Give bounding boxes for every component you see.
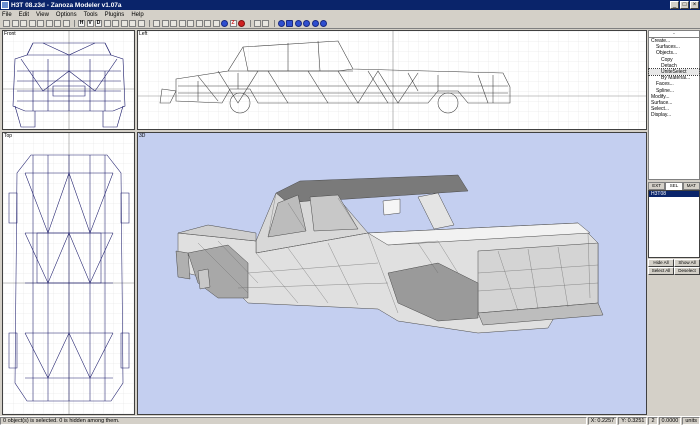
select-poly-icon[interactable] bbox=[262, 20, 269, 27]
view-top-icon[interactable] bbox=[178, 20, 186, 27]
rollup-item[interactable]: Display... bbox=[649, 112, 699, 118]
status-units: units bbox=[682, 417, 700, 425]
torus-icon[interactable] bbox=[311, 20, 319, 27]
display-mode-button[interactable]: D bbox=[95, 20, 102, 27]
status-y: Y: 0.3251 bbox=[618, 417, 648, 425]
select-rect-icon[interactable] bbox=[253, 20, 261, 27]
cut-icon[interactable] bbox=[54, 20, 61, 27]
undo-icon[interactable] bbox=[45, 20, 53, 27]
sphere-icon[interactable] bbox=[277, 20, 285, 27]
top-view-wireframe bbox=[3, 133, 134, 414]
cone-icon[interactable] bbox=[303, 20, 310, 27]
status-z: 2 bbox=[648, 417, 658, 425]
status-bar: 0 object(s) is selected. 0 is hidden amo… bbox=[0, 416, 700, 425]
viewport-label: Front bbox=[4, 31, 16, 37]
vertex-mode-button[interactable]: V bbox=[86, 20, 94, 27]
menu-bar: File Edit View Options Tools Plugins Hel… bbox=[0, 10, 700, 19]
toolbar-separator bbox=[273, 20, 275, 27]
status-x: X: 0.2257 bbox=[587, 417, 618, 425]
hide-show-row: Hide All Show All bbox=[648, 259, 700, 267]
z-button[interactable]: Z bbox=[229, 20, 237, 27]
show-all-button[interactable]: Show All bbox=[674, 259, 700, 267]
toolbar: H V D Z bbox=[0, 19, 700, 29]
right-panel: - Create... Surfaces... Objects... Copy Deta… bbox=[648, 30, 700, 415]
plane-icon[interactable] bbox=[320, 20, 327, 27]
menu-options[interactable]: Options bbox=[56, 12, 77, 18]
rotate-icon[interactable] bbox=[112, 20, 119, 27]
status-zoom: 0.0000 bbox=[658, 417, 682, 425]
minimize-button[interactable]: _ bbox=[670, 1, 679, 9]
save-icon[interactable] bbox=[20, 20, 27, 27]
cylinder-icon[interactable] bbox=[294, 20, 302, 27]
shade-icon[interactable] bbox=[221, 20, 228, 27]
view-left-icon[interactable] bbox=[195, 20, 203, 27]
open-file-icon[interactable] bbox=[11, 20, 19, 27]
tab-sel[interactable]: SEL bbox=[665, 182, 683, 190]
select-row: Select All Deselect bbox=[648, 267, 700, 275]
viewport-3d[interactable]: 3D bbox=[137, 132, 647, 415]
window-title: H3T 08.z3d - Zanoza Modeler v1.07a bbox=[11, 1, 122, 9]
import-icon[interactable] bbox=[28, 20, 36, 27]
box-primitive-icon[interactable] bbox=[286, 20, 293, 27]
panel-tabs: EXT SEL MAT bbox=[648, 182, 700, 190]
hide-mode-button[interactable]: H bbox=[78, 20, 85, 27]
new-file-icon[interactable] bbox=[3, 20, 10, 27]
toolbar-separator bbox=[149, 20, 150, 27]
tab-mat[interactable]: MAT bbox=[682, 182, 700, 190]
pan-icon[interactable] bbox=[161, 20, 169, 27]
title-bar: H3T 08.z3d - Zanoza Modeler v1.07a _ □ × bbox=[0, 0, 700, 10]
menu-edit[interactable]: Edit bbox=[19, 12, 29, 18]
cube-icon[interactable] bbox=[170, 20, 177, 27]
grid-icon[interactable] bbox=[212, 20, 220, 27]
menu-help[interactable]: Help bbox=[131, 12, 143, 18]
menu-plugins[interactable]: Plugins bbox=[105, 12, 125, 18]
front-view-wireframe bbox=[3, 31, 134, 129]
toolbar-separator bbox=[249, 20, 251, 27]
move-icon[interactable] bbox=[103, 20, 111, 27]
list-item[interactable]: H3T08 bbox=[649, 191, 699, 197]
viewport-top[interactable]: Top bbox=[2, 132, 135, 415]
close-button[interactable]: × bbox=[690, 1, 699, 9]
hide-all-button[interactable]: Hide All bbox=[648, 259, 674, 267]
zoom-icon[interactable] bbox=[153, 20, 160, 27]
shaded-truck-model bbox=[175, 174, 604, 334]
viewport-left[interactable]: Left bbox=[137, 30, 647, 130]
menu-file[interactable]: File bbox=[2, 12, 12, 18]
export-icon[interactable] bbox=[37, 20, 44, 27]
align-icon[interactable] bbox=[137, 20, 145, 27]
toolbar-separator bbox=[74, 20, 75, 27]
viewport-label: Left bbox=[139, 31, 148, 37]
mirror-icon[interactable] bbox=[129, 20, 136, 27]
maximize-button[interactable]: □ bbox=[680, 1, 689, 9]
viewport-label: 3D bbox=[139, 133, 146, 139]
scale-icon[interactable] bbox=[120, 20, 128, 27]
object-list[interactable]: H3T08 bbox=[648, 190, 700, 258]
rollup-items: Create... Surfaces... Objects... Copy Detach… bbox=[648, 38, 700, 119]
tab-ext[interactable]: EXT bbox=[648, 182, 666, 190]
menu-tools[interactable]: Tools bbox=[84, 12, 98, 18]
select-all-button[interactable]: Select All bbox=[648, 267, 674, 275]
left-view-wireframe bbox=[138, 31, 646, 129]
rollup-collapse-button[interactable]: - bbox=[649, 31, 699, 38]
copy-icon[interactable] bbox=[62, 20, 70, 27]
rollup-menu: - Create... Surfaces... Objects... Copy Deta… bbox=[648, 30, 700, 180]
view-front-icon[interactable] bbox=[187, 20, 194, 27]
wireframe-icon[interactable] bbox=[204, 20, 211, 27]
viewport-front[interactable]: Front bbox=[2, 30, 135, 130]
status-message: 0 object(s) is selected. 0 is hidden amo… bbox=[0, 417, 587, 425]
viewport-label: Top bbox=[4, 133, 13, 139]
menu-view[interactable]: View bbox=[36, 12, 49, 18]
render-icon[interactable] bbox=[238, 20, 245, 27]
app-icon bbox=[1, 1, 9, 9]
deselect-button[interactable]: Deselect bbox=[674, 267, 700, 275]
